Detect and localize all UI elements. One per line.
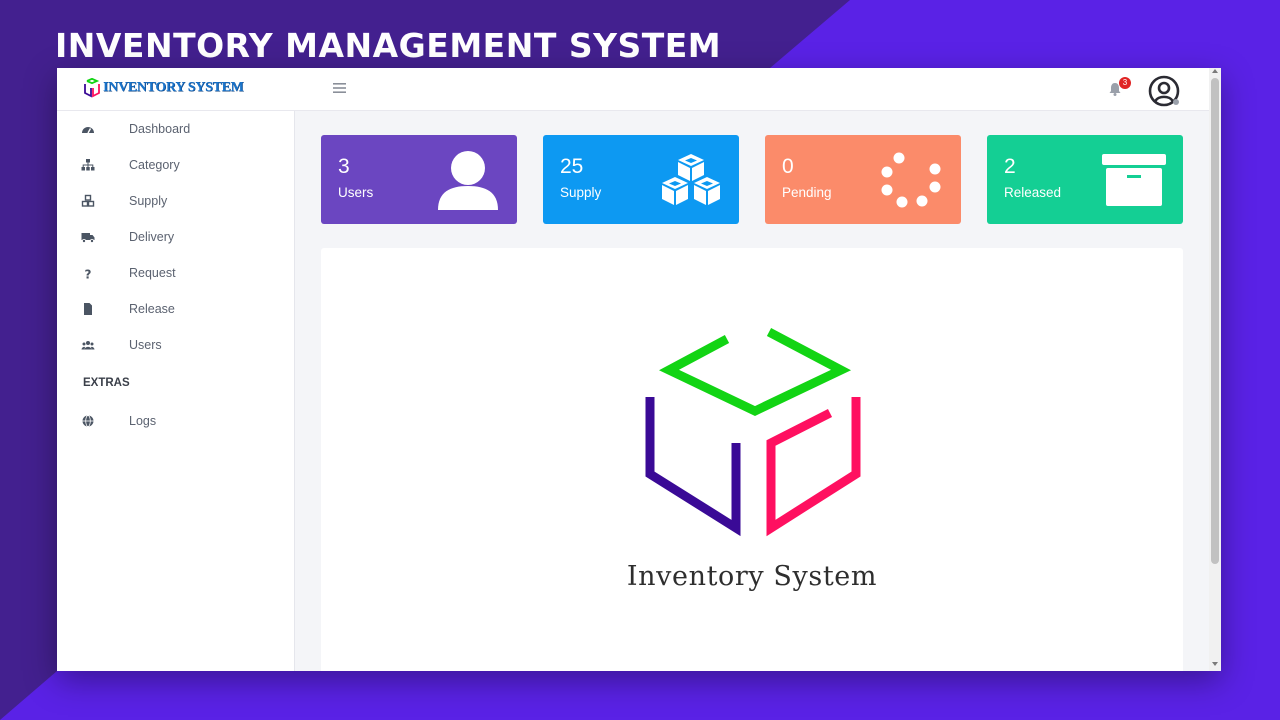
scroll-up-arrow-icon[interactable] [1212,69,1218,73]
stat-label: Users [338,185,374,200]
scrollbar[interactable] [1209,68,1221,671]
scroll-down-arrow-icon[interactable] [1212,662,1218,666]
stat-value: 3 [338,155,350,178]
sitemap-icon [81,159,95,171]
sidebar: Dashboard Category Supply Delivery ? Req… [57,111,295,671]
stat-value: 2 [1004,155,1016,178]
inventory-logo-icon [645,328,861,537]
stat-card-released[interactable]: 2 Released [987,135,1183,224]
truck-icon [81,233,95,243]
user-icon [438,151,498,210]
app-logo[interactable]: INVENTORY SYSTEM [83,78,244,98]
banner-title: INVENTORY MANAGEMENT SYSTEM [55,26,722,65]
sidebar-section-heading: EXTRAS [83,377,130,389]
main-panel: Inventory System [321,248,1183,671]
stat-label: Supply [560,185,602,200]
sidebar-item-label: Users [129,338,162,352]
sidebar-item-users[interactable]: Users [57,330,295,360]
panel-caption: Inventory System [626,561,878,592]
app-window: INVENTORY SYSTEM 3 Dashboard Category Su… [57,68,1221,671]
globe-icon [82,415,94,427]
cubes-icon [662,154,720,205]
user-circle-icon[interactable] [1148,75,1180,107]
top-navbar: INVENTORY SYSTEM 3 [57,68,1209,111]
stat-card-pending[interactable]: 0 Pending [765,135,961,224]
sidebar-item-release[interactable]: Release [57,294,295,324]
archive-icon [1102,154,1166,206]
logo-cube-icon [84,78,100,98]
file-icon [84,303,92,315]
sidebar-item-label: Release [129,302,175,316]
sidebar-item-request[interactable]: ? Request [57,258,295,288]
sidebar-item-label: Request [129,266,176,280]
stat-card-supply[interactable]: 25 Supply [543,135,739,224]
spinner-icon [881,152,941,208]
question-icon: ? [85,268,92,281]
sidebar-item-label: Logs [129,414,157,428]
users-icon [81,341,95,350]
sidebar-item-label: Dashboard [129,122,191,136]
stat-value: 25 [560,155,584,178]
stat-label: Pending [782,185,832,200]
scrollbar-thumb[interactable] [1211,78,1219,564]
sidebar-item-label: Delivery [129,230,175,244]
sidebar-item-label: Category [129,158,180,172]
cubes-icon [81,194,95,207]
notification-badge: 3 [1119,77,1131,89]
sidebar-item-delivery[interactable]: Delivery [57,222,295,252]
sidebar-item-label: Supply [129,194,168,208]
stat-value: 0 [782,155,794,178]
sidebar-item-category[interactable]: Category [57,150,295,180]
sidebar-item-logs[interactable]: Logs [57,406,295,436]
logo-text: INVENTORY SYSTEM [103,80,244,95]
sidebar-item-supply[interactable]: Supply [57,186,295,216]
hamburger-icon[interactable] [333,81,347,99]
sidebar-item-dashboard[interactable]: Dashboard [57,114,295,144]
stat-card-users[interactable]: 3 Users [321,135,517,224]
stat-label: Released [1004,185,1062,200]
tachometer-icon [82,127,94,134]
svg-text:?: ? [85,268,92,281]
